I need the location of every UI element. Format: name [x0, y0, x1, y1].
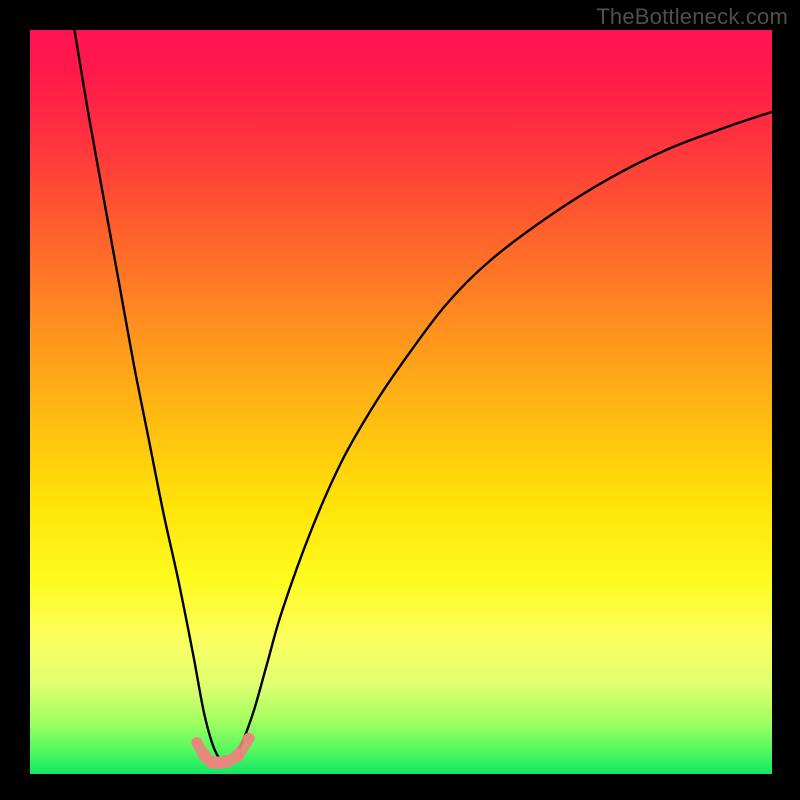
- bottleneck-dot: [243, 733, 254, 744]
- plot-area: [30, 30, 772, 774]
- bottleneck-dot: [220, 755, 233, 768]
- bottleneck-curve-path: [75, 30, 772, 763]
- watermark-label: TheBottleneck.com: [596, 4, 788, 30]
- bottleneck-dot: [231, 749, 244, 762]
- chart-frame: TheBottleneck.com: [0, 0, 800, 800]
- bottleneck-dot: [191, 737, 202, 748]
- bottleneck-dots: [191, 733, 254, 770]
- bottleneck-curve: [75, 30, 772, 763]
- curve-layer: [30, 30, 772, 774]
